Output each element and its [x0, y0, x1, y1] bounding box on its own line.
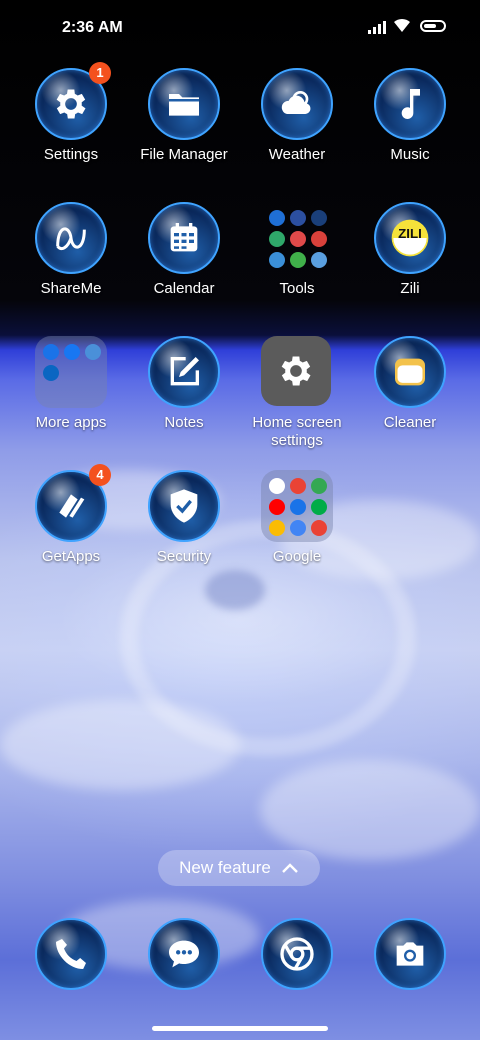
- google-folder-icon: [261, 470, 333, 542]
- home-indicator[interactable]: [152, 1026, 328, 1031]
- app-music[interactable]: Music: [355, 68, 465, 164]
- notification-badge: 4: [89, 464, 111, 486]
- new-feature-label: New feature: [179, 858, 271, 877]
- music-note-icon: [374, 68, 446, 140]
- app-calendar[interactable]: Calendar: [129, 202, 239, 298]
- app-label: Zili: [400, 280, 420, 297]
- tools-folder-icon: [261, 202, 333, 274]
- app-label: Settings: [43, 146, 99, 163]
- app-notes[interactable]: Notes: [129, 336, 239, 432]
- app-shareme[interactable]: ShareMe: [16, 202, 126, 298]
- more-apps-folder-icon: [35, 336, 107, 408]
- phone-icon: [35, 918, 107, 990]
- shareme-icon: [35, 202, 107, 274]
- app-label: Google: [272, 548, 322, 565]
- app-label: More apps: [35, 414, 107, 431]
- app-label: Weather: [268, 146, 326, 163]
- notes-icon: [148, 336, 220, 408]
- app-tools-folder[interactable]: Tools: [242, 202, 352, 298]
- app-label: Calendar: [153, 280, 215, 297]
- folder-icon: [148, 68, 220, 140]
- app-label: File Manager: [140, 146, 228, 163]
- app-label: Tools: [279, 280, 315, 297]
- app-settings[interactable]: 1 Settings: [16, 62, 126, 164]
- app-getapps[interactable]: 4 GetApps: [16, 464, 126, 566]
- app-label: GetApps: [41, 548, 101, 565]
- home-settings-gear-icon: [261, 336, 331, 406]
- wifi-icon: [394, 18, 410, 32]
- app-label: Home screen settings: [252, 414, 342, 449]
- app-security[interactable]: Security: [129, 470, 239, 566]
- app-label: Cleaner: [383, 414, 437, 431]
- chevron-up-icon: [281, 863, 298, 873]
- cleaner-icon: [374, 336, 446, 408]
- status-time: 2:36 AM: [62, 19, 123, 36]
- battery-icon: [420, 20, 446, 32]
- status-bar: 2:36 AM: [0, 0, 480, 56]
- dock-chrome[interactable]: [242, 918, 352, 990]
- calendar-icon: [148, 202, 220, 274]
- app-label: Security: [156, 548, 212, 565]
- app-zili[interactable]: ZILI Zili: [355, 202, 465, 298]
- signal-icon: [368, 20, 386, 34]
- notification-badge: 1: [89, 62, 111, 84]
- camera-icon: [374, 918, 446, 990]
- app-label: Music: [390, 146, 430, 163]
- zili-icon: ZILI: [374, 202, 446, 274]
- shield-icon: [148, 470, 220, 542]
- weather-icon: [261, 68, 333, 140]
- app-label: ShareMe: [40, 280, 102, 297]
- chrome-icon: [261, 918, 333, 990]
- dock-messages[interactable]: [129, 918, 239, 990]
- new-feature-button[interactable]: New feature: [158, 850, 320, 886]
- app-label: Notes: [164, 414, 204, 431]
- dock-phone[interactable]: [16, 918, 126, 990]
- app-weather[interactable]: Weather: [242, 68, 352, 164]
- app-home-screen-settings[interactable]: Home screen settings: [242, 336, 352, 450]
- dock-camera[interactable]: [355, 918, 465, 990]
- app-file-manager[interactable]: File Manager: [129, 68, 239, 164]
- messages-icon: [148, 918, 220, 990]
- app-google-folder[interactable]: Google: [242, 470, 352, 566]
- app-cleaner[interactable]: Cleaner: [355, 336, 465, 432]
- svg-text:ZILI: ZILI: [398, 226, 422, 241]
- app-more-apps-folder[interactable]: More apps: [16, 336, 126, 432]
